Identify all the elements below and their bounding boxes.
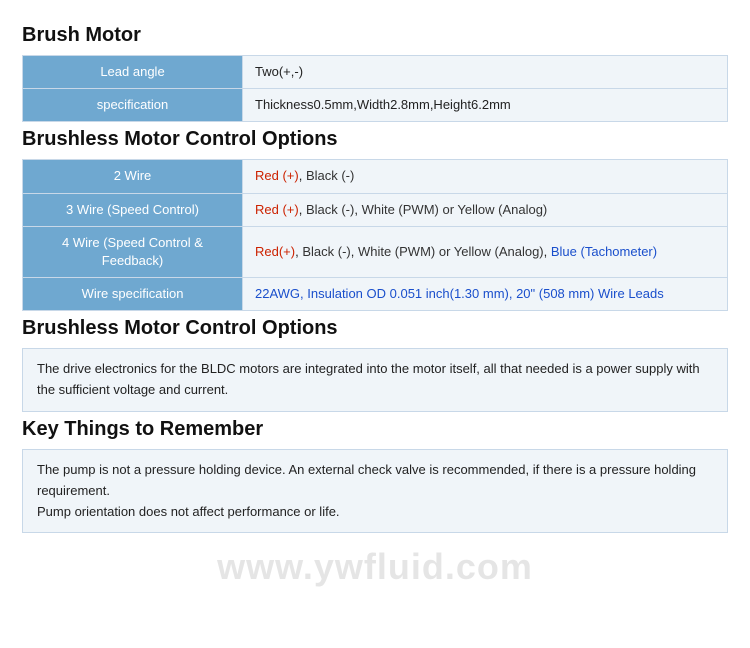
red-text: Red (+)	[255, 202, 299, 217]
label-4wire: 4 Wire (Speed Control & Feedback)	[23, 226, 243, 277]
brushless-control-table: 2 Wire Red (+), Black (-) 3 Wire (Speed …	[22, 159, 728, 311]
label-specification: specification	[23, 89, 243, 122]
key-things-line1: The pump is not a pressure holding devic…	[37, 462, 696, 498]
key-things-line2: Pump orientation does not affect perform…	[37, 504, 340, 519]
white-text: White (PWM) or Yellow (Analog)	[362, 202, 548, 217]
label-lead-angle: Lead angle	[23, 56, 243, 89]
brushless-description-text: The drive electronics for the BLDC motor…	[37, 361, 700, 397]
value-4wire: Red(+), Black (-), White (PWM) or Yellow…	[243, 226, 728, 277]
key-things-box: The pump is not a pressure holding devic…	[22, 449, 728, 533]
table-row: Lead angle Two(+,-)	[23, 56, 728, 89]
black-text: Black (-)	[302, 244, 350, 259]
black-text: Black (-)	[306, 202, 354, 217]
key-things-title: Key Things to Remember	[22, 418, 728, 441]
label-wire-spec: Wire specification	[23, 278, 243, 311]
key-things-section: Key Things to Remember The pump is not a…	[22, 418, 728, 533]
brushless-desc-title: Brushless Motor Control Options	[22, 317, 728, 340]
brushless-description-box: The drive electronics for the BLDC motor…	[22, 348, 728, 412]
red-text: Red(+)	[255, 244, 295, 259]
label-2wire: 2 Wire	[23, 160, 243, 193]
table-row: 3 Wire (Speed Control) Red (+), Black (-…	[23, 193, 728, 226]
brushless-control-title: Brushless Motor Control Options	[22, 128, 728, 151]
brushless-control-section: Brushless Motor Control Options 2 Wire R…	[22, 128, 728, 311]
value-wire-spec: 22AWG, Insulation OD 0.051 inch(1.30 mm)…	[243, 278, 728, 311]
wire-spec-text: 22AWG, Insulation OD 0.051 inch(1.30 mm)…	[255, 286, 664, 301]
white-text: White (PWM) or Yellow (Analog)	[358, 244, 544, 259]
brush-motor-table: Lead angle Two(+,-) specification Thickn…	[22, 55, 728, 122]
value-lead-angle: Two(+,-)	[243, 56, 728, 89]
table-row: 4 Wire (Speed Control & Feedback) Red(+)…	[23, 226, 728, 277]
value-3wire: Red (+), Black (-), White (PWM) or Yello…	[243, 193, 728, 226]
red-text: Red (+)	[255, 168, 299, 183]
brush-motor-section: Brush Motor Lead angle Two(+,-) specific…	[22, 24, 728, 122]
table-row: 2 Wire Red (+), Black (-)	[23, 160, 728, 193]
value-specification: Thickness0.5mm,Width2.8mm,Height6.2mm	[243, 89, 728, 122]
brushless-desc-section: Brushless Motor Control Options The driv…	[22, 317, 728, 412]
table-row: Wire specification 22AWG, Insulation OD …	[23, 278, 728, 311]
watermark: www.ywfluid.com	[217, 546, 533, 588]
brush-motor-title: Brush Motor	[22, 24, 728, 47]
black-text: Black (-)	[306, 168, 354, 183]
value-2wire: Red (+), Black (-)	[243, 160, 728, 193]
blue-text: Blue (Tachometer)	[551, 244, 657, 259]
comma: ,	[299, 168, 306, 183]
table-row: specification Thickness0.5mm,Width2.8mm,…	[23, 89, 728, 122]
label-3wire: 3 Wire (Speed Control)	[23, 193, 243, 226]
